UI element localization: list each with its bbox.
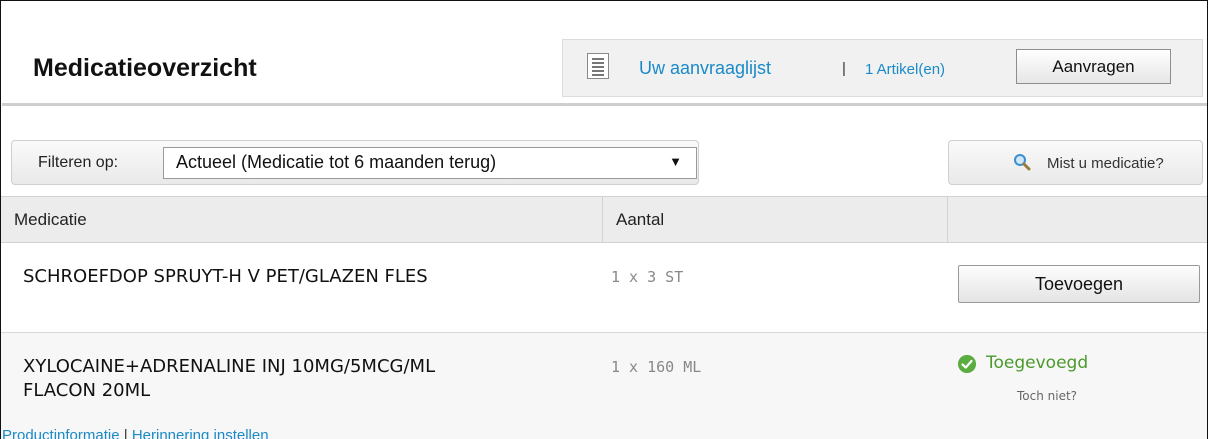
column-header-medication: Medicatie (1, 197, 603, 242)
request-list-panel: Uw aanvraaglijst | 1 Artikel(en) Aanvrag… (562, 39, 1203, 97)
filter-select[interactable]: Actueel (Medicatie tot 6 maanden terug) … (163, 147, 697, 179)
medication-name: XYLOCAINE+ADRENALINE INJ 10MG/5MCG/ML FL… (23, 355, 435, 403)
filter-selected-value: Actueel (Medicatie tot 6 maanden terug) (176, 152, 497, 172)
medication-quantity: 1 x 160 ML (611, 358, 702, 376)
check-circle-icon (958, 355, 976, 373)
filter-label: Filteren op: (38, 154, 119, 171)
document-list-icon (587, 53, 609, 79)
medication-name-line-1: XYLOCAINE+ADRENALINE INJ 10MG/5MCG/ML (23, 356, 436, 377)
request-list-link[interactable]: Uw aanvraaglijst (639, 58, 771, 79)
search-icon (1014, 154, 1031, 171)
medication-links: Productinformatie | Herinnering instelle… (2, 427, 269, 439)
table-header: Medicatie Aantal (1, 196, 1207, 243)
add-button[interactable]: Toevoegen (958, 265, 1200, 303)
added-status-label: Toegevoegd (986, 353, 1089, 373)
set-reminder-link[interactable]: Herinnering instellen (132, 427, 269, 439)
header-divider (2, 103, 1207, 106)
missing-medication-label: Mist u medicatie? (1047, 155, 1164, 172)
app-frame: Medicatieoverzicht Uw aanvraaglijst | 1 … (0, 0, 1208, 439)
medication-name-line-2: FLACON 20ML (23, 380, 151, 401)
request-list-count-link[interactable]: 1 Artikel(en) (865, 61, 945, 78)
page-title: Medicatieoverzicht (33, 54, 257, 82)
request-list-separator: | (842, 60, 846, 77)
filter-bar: Filteren op: Actueel (Medicatie tot 6 ma… (11, 140, 699, 185)
medication-name: SCHROEFDOP SPRUYT-H V PET/GLAZEN FLES (23, 266, 428, 287)
missing-medication-button[interactable]: Mist u medicatie? (948, 140, 1203, 185)
column-header-quantity: Aantal (603, 197, 948, 242)
table-row: SCHROEFDOP SPRUYT-H V PET/GLAZEN FLES 1 … (1, 243, 1207, 333)
chevron-down-icon: ▼ (669, 154, 682, 169)
table-row: XYLOCAINE+ADRENALINE INJ 10MG/5MCG/ML FL… (1, 333, 1207, 439)
column-header-action (948, 197, 1207, 242)
product-info-link[interactable]: Productinformatie (2, 427, 120, 439)
request-button[interactable]: Aanvragen (1016, 49, 1171, 84)
medication-quantity: 1 x 3 ST (611, 268, 684, 286)
undo-add-link[interactable]: Toch niet? (1017, 389, 1077, 403)
page-header: Medicatieoverzicht Uw aanvraaglijst | 1 … (2, 2, 1207, 104)
links-separator: | (123, 427, 128, 439)
